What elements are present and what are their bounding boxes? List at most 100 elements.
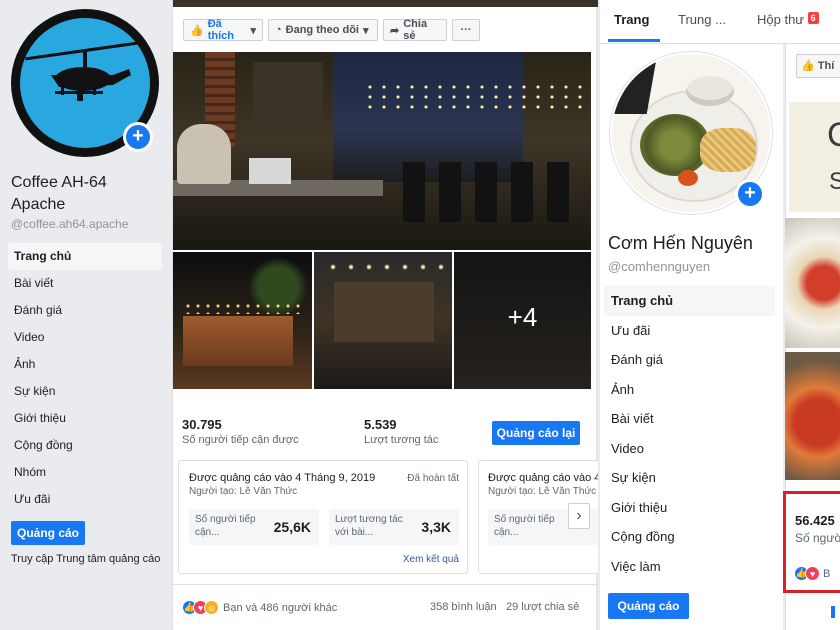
reach-value-partial: 56.425 bbox=[795, 513, 835, 528]
metric-label: Số người tiếp cận... bbox=[494, 514, 555, 538]
ads-center-link[interactable]: Truy cập Trung tâm quảng cáo bbox=[11, 552, 161, 566]
storefront bbox=[183, 316, 293, 366]
plus-icon: + bbox=[126, 125, 150, 149]
promotion-creator: Người tạo: Lê Văn Thức bbox=[488, 486, 597, 497]
nav-item-groups[interactable]: Nhóm bbox=[8, 459, 162, 486]
nav-item-posts[interactable]: Bài viết bbox=[604, 404, 775, 434]
divider bbox=[173, 584, 598, 585]
thumbs-up-icon: 👍 bbox=[801, 60, 815, 72]
chairs bbox=[403, 162, 583, 222]
nav-item-community[interactable]: Cộng đồng bbox=[604, 522, 775, 552]
right-page-screenshot: Trang Trung ... Hộp thư 6 + Cơm Hến Nguy… bbox=[600, 0, 840, 630]
comments-count[interactable]: 358 bình luận bbox=[430, 601, 497, 613]
thumbs-up-icon: 👍 bbox=[190, 24, 204, 37]
page-handle: @coffee.ah64.apache bbox=[11, 217, 129, 231]
promotion-creator: Người tạo: Lê Văn Thức bbox=[189, 486, 298, 497]
nav-item-posts[interactable]: Bài viết bbox=[8, 270, 162, 297]
reach-label-partial: Số ngườ bbox=[795, 531, 840, 545]
cover-strip bbox=[173, 0, 598, 7]
post-card: 👍 Đã thích ▾ ◔ Đang theo dõi ▾ ➦ Chia sẻ… bbox=[172, 0, 598, 630]
nav-item-events[interactable]: Sự kiện bbox=[604, 463, 775, 493]
share-button[interactable]: ➦ Chia sẻ bbox=[383, 18, 447, 42]
active-tab-underline bbox=[608, 39, 660, 42]
nav-item-community[interactable]: Cộng đồng bbox=[8, 432, 162, 459]
nav-item-home[interactable]: Trang chủ bbox=[604, 286, 775, 316]
metric-value: 25,6K bbox=[273, 519, 311, 535]
string-lights bbox=[363, 82, 583, 112]
reactions-text-partial: B bbox=[823, 567, 831, 580]
shares-count[interactable]: 29 lượt chia sẻ bbox=[506, 601, 579, 613]
nav-item-photos[interactable]: Ảnh bbox=[604, 375, 775, 405]
boost-again-button[interactable]: Quảng cáo lại bbox=[492, 421, 580, 445]
page-title: Cơm Hến Nguyên bbox=[608, 233, 753, 253]
promo-image[interactable]: C S bbox=[789, 102, 840, 212]
main-photo[interactable] bbox=[173, 52, 591, 250]
tab-other[interactable]: Trung ... bbox=[678, 12, 726, 27]
nav-item-videos[interactable]: Video bbox=[8, 324, 162, 351]
page-handle: @comhennguyen bbox=[608, 259, 711, 274]
promotion-status: Đã hoàn tất bbox=[407, 473, 459, 484]
lamps bbox=[324, 260, 444, 274]
tab-page[interactable]: Trang bbox=[614, 12, 649, 27]
nav-item-reviews[interactable]: Đánh giá bbox=[8, 297, 162, 324]
nav-item-photos[interactable]: Ảnh bbox=[8, 351, 162, 378]
share-arrow-icon: ➦ bbox=[390, 24, 400, 37]
wall-rack bbox=[253, 62, 323, 132]
nav-item-offers[interactable]: Ưu đãi bbox=[604, 316, 775, 346]
nav-item-videos[interactable]: Video bbox=[604, 434, 775, 464]
person-silhouette bbox=[177, 124, 231, 184]
photo-3[interactable] bbox=[314, 252, 452, 389]
more-options-button[interactable]: ··· bbox=[452, 19, 480, 41]
food-photo-2[interactable] bbox=[785, 352, 840, 480]
inbox-badge: 6 bbox=[807, 12, 819, 24]
rss-icon: ◔ bbox=[275, 24, 282, 36]
reactions-summary[interactable]: 👍 ♥ ☺ Bạn và 486 người khác bbox=[182, 600, 337, 615]
page-nav-list: Trang chủ Bài viết Đánh giá Video Ảnh Sự… bbox=[8, 243, 162, 513]
photo-4-more[interactable]: +4 bbox=[454, 252, 591, 389]
engagement-label: Lượt tương tác bbox=[364, 434, 439, 446]
reach-metric-box: Số người tiếp cận... 25,6K bbox=[189, 509, 319, 545]
more-dots-icon: ··· bbox=[460, 24, 472, 36]
food-bowl bbox=[686, 76, 734, 106]
page-title: Coffee AH-64 Apache bbox=[11, 174, 107, 213]
add-profile-picture-button[interactable]: + bbox=[123, 122, 153, 152]
promo-image-letter-c: C bbox=[827, 116, 840, 154]
nav-item-jobs[interactable]: Việc làm bbox=[604, 552, 775, 582]
add-profile-picture-button[interactable]: + bbox=[735, 179, 765, 209]
nav-item-events[interactable]: Sự kiện bbox=[8, 378, 162, 405]
following-button[interactable]: ◔ Đang theo dõi ▾ bbox=[268, 19, 378, 41]
like-button[interactable]: 👍 Thí bbox=[796, 54, 840, 78]
liked-label: Đã thích bbox=[207, 18, 234, 42]
photo-2[interactable] bbox=[173, 252, 312, 389]
nav-item-reviews[interactable]: Đánh giá bbox=[604, 345, 775, 375]
promotion-title: Được quảng cáo vào 4 Tháng 9, 2019 bbox=[189, 472, 376, 484]
feed-column: 👍 Thí C S 56.425 Số ngườ 👍 ♥ B bbox=[783, 44, 840, 630]
tab-inbox[interactable]: Hộp thư 6 bbox=[757, 12, 819, 27]
next-promotion-button[interactable]: › bbox=[568, 503, 590, 529]
reach-label: Số người tiếp cận được bbox=[182, 434, 299, 446]
laptop bbox=[249, 158, 291, 184]
view-results-link[interactable]: Xem kết quả bbox=[403, 554, 459, 565]
nav-item-offers[interactable]: Ưu đãi bbox=[8, 486, 162, 513]
nav-item-about[interactable]: Giới thiệu bbox=[8, 405, 162, 432]
reactions-summary-partial: 👍 ♥ B bbox=[794, 566, 830, 581]
promotion-card[interactable]: Được quảng cáo vào 4 Tháng 9, 2019 Đã ho… bbox=[178, 460, 468, 574]
food-noodles bbox=[700, 128, 756, 172]
nav-item-home[interactable]: Trang chủ bbox=[8, 243, 162, 270]
food-photo-1[interactable] bbox=[785, 218, 840, 348]
left-sidebar: + Coffee AH-64 Apache @coffee.ah64.apach… bbox=[0, 0, 170, 630]
chevron-right-icon: › bbox=[576, 507, 582, 524]
haha-reaction-icon: ☺ bbox=[204, 600, 219, 615]
chevron-down-icon: ▾ bbox=[250, 24, 256, 37]
promotion-title: Được quảng cáo vào 4 bbox=[488, 472, 598, 484]
nav-item-about[interactable]: Giới thiệu bbox=[604, 493, 775, 523]
promo-image-letter-s: S bbox=[829, 168, 840, 195]
highlighted-reach-box: 56.425 Số ngườ 👍 ♥ B bbox=[783, 491, 840, 593]
bar-counter bbox=[334, 282, 434, 342]
promote-button[interactable]: Quảng cáo bbox=[11, 521, 85, 545]
left-page-screenshot: + Coffee AH-64 Apache @coffee.ah64.apach… bbox=[0, 0, 600, 630]
love-reaction-icon: ♥ bbox=[805, 566, 820, 581]
liked-button[interactable]: 👍 Đã thích ▾ bbox=[183, 18, 263, 42]
inbox-label: Hộp thư bbox=[757, 12, 805, 27]
promote-button[interactable]: Quảng cáo bbox=[608, 593, 689, 619]
